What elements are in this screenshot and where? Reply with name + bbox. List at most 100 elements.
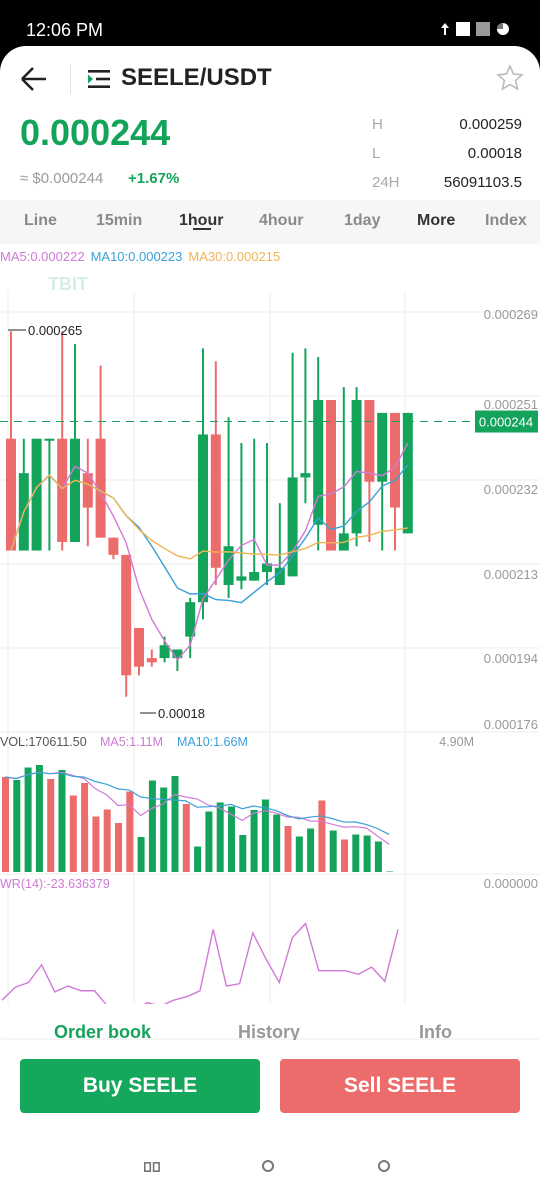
price-axis-label: 0.000176 (484, 717, 538, 732)
volume-bar (35, 765, 43, 872)
stats-panel: H 0.000259 L 0.00018 24H 56091103.5 (372, 110, 522, 197)
tab-more[interactable]: More (417, 212, 455, 230)
volume-bar (160, 787, 168, 872)
volume-bar (329, 830, 337, 872)
candle-body (57, 438, 68, 542)
price-change: +1.67% (128, 170, 180, 187)
interval-tabs: Line 15min 1hour 4hour 1day More Index (0, 200, 540, 244)
candle-body (134, 627, 144, 667)
price-axis-label: 0.000251 (484, 397, 538, 412)
wr-axis-label: 0.000000 (484, 876, 538, 891)
home-icon[interactable] (262, 1160, 274, 1172)
current-price-tag-text: 0.000244 (479, 415, 533, 430)
tab-line[interactable]: Line (24, 212, 57, 230)
volume-bar (58, 770, 66, 872)
fiat-price: ≈ $0.000244 (20, 170, 104, 187)
watermark-text: TBIT (48, 274, 88, 294)
stat-label: L (372, 145, 381, 162)
vibrate-icon (441, 23, 449, 35)
stat-value: 0.00018 (467, 145, 522, 162)
buy-button-label: Buy SEELE (82, 1074, 198, 1097)
menu-icon[interactable] (88, 70, 110, 88)
stat-label: 24H (372, 174, 400, 191)
tab-index[interactable]: Index (485, 212, 527, 230)
buy-button[interactable]: Buy SEELE (20, 1059, 260, 1113)
battery-icon (497, 23, 509, 35)
wifi-icon (456, 22, 470, 36)
price-axis-label: 0.000232 (484, 482, 538, 497)
signal-icon (476, 22, 490, 36)
volume-bar (182, 804, 190, 872)
ma30-label: MA30:0.000215 (188, 249, 281, 264)
sell-button-label: Sell SEELE (343, 1074, 457, 1097)
stat-high: H 0.000259 (372, 110, 522, 139)
active-tab-underline (193, 228, 211, 230)
volume-bar (352, 834, 360, 872)
candle-body (146, 658, 157, 663)
system-nav-bar (0, 1134, 540, 1200)
tab-4hour[interactable]: 4hour (259, 212, 303, 230)
header-divider (70, 64, 71, 94)
pair-title: SEELE/USDT (121, 64, 272, 91)
recents-icon[interactable] (144, 1162, 160, 1172)
candle-body (249, 572, 260, 581)
volume-bar (318, 800, 326, 872)
ma10-label: MA10:0.000223 (90, 249, 183, 264)
candle-body (236, 576, 247, 581)
candle-body (402, 412, 413, 534)
volume-ma5-label: MA5:1.11M (100, 735, 163, 749)
stat-label: H (372, 116, 383, 133)
candle-body (70, 438, 80, 542)
candle-body (6, 438, 16, 551)
volume-bar (13, 780, 21, 872)
volume-bar (307, 828, 315, 872)
high-marker-label: 0.000265 (28, 323, 82, 338)
tab-15min[interactable]: 15min (96, 212, 142, 230)
volume-bar (126, 791, 134, 872)
volume-bar (148, 780, 156, 872)
sell-button[interactable]: Sell SEELE (280, 1059, 520, 1113)
header: SEELE/USDT (0, 46, 540, 112)
last-price: 0.000244 (20, 112, 171, 153)
favorite-star-icon[interactable] (496, 64, 524, 92)
price-axis-label: 0.000213 (484, 567, 538, 582)
candle-body (274, 567, 285, 585)
candle-body (351, 400, 362, 534)
wr-line (1, 922, 399, 1004)
low-marker-label: 0.00018 (158, 706, 205, 721)
volume-bar (47, 779, 55, 872)
tab-1day[interactable]: 1day (344, 212, 380, 230)
volume-bar (363, 835, 371, 872)
candle-body (108, 537, 119, 555)
volume-bar (284, 826, 292, 872)
volume-bar (205, 811, 213, 872)
volume-bar (24, 767, 32, 872)
volume-bar (171, 776, 179, 872)
price-axis-label: 0.000194 (484, 651, 538, 666)
volume-bar (341, 839, 348, 872)
volume-bar (194, 846, 202, 872)
action-bar: Buy SEELE Sell SEELE (0, 1040, 540, 1134)
volume-bar (250, 810, 258, 872)
price-axis-label: 0.000269 (484, 307, 538, 322)
candle-body (198, 434, 208, 603)
status-time: 12:06 PM (26, 20, 104, 40)
app-screen: SEELE/USDT 0.000244 ≈ $0.000244 +1.67% H… (0, 46, 540, 1200)
stat-24h: 24H 56091103.5 (372, 168, 522, 197)
candle-body (364, 400, 375, 482)
volume-bar (103, 809, 111, 872)
volume-bar (92, 816, 100, 872)
candle-body (377, 412, 388, 482)
candle-body (44, 438, 55, 441)
volume-bar (374, 841, 382, 872)
wr-label: WR(14):-23.636379 (0, 877, 110, 891)
volume-bar (137, 837, 145, 872)
volume-bar (115, 823, 122, 872)
kline-chart[interactable]: TBIT 0.000269 0.000251 0.000232 0.000213 0.0… (0, 244, 540, 1004)
volume-bar (386, 871, 394, 872)
back-arrow-icon[interactable] (20, 66, 48, 92)
volume-bar (69, 795, 77, 872)
candle-body (300, 473, 311, 478)
volume-max-label: 4.90M (439, 735, 474, 749)
back-icon[interactable] (378, 1160, 390, 1172)
